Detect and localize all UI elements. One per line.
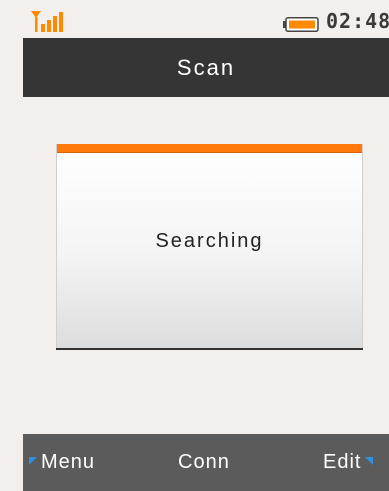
softkey-right-edit[interactable]: Edit bbox=[323, 434, 374, 491]
left-arrow-icon bbox=[29, 456, 37, 465]
softkey-left-label: Menu bbox=[41, 451, 96, 473]
right-arrow-icon bbox=[365, 456, 374, 465]
battery-icon bbox=[283, 17, 319, 32]
searching-dialog: Searching bbox=[56, 144, 363, 350]
softkey-right-label: Edit bbox=[323, 451, 362, 473]
signal-strength-icon bbox=[31, 11, 63, 32]
softkey-center-label: Conn bbox=[178, 451, 230, 473]
page-title-bar: Scan bbox=[23, 38, 389, 97]
clock-text: 02:48 bbox=[326, 9, 389, 33]
clock-time: 02:48 bbox=[326, 9, 389, 33]
softkey-center-conn[interactable]: Conn bbox=[178, 434, 230, 491]
dialog-accent-bar bbox=[57, 144, 362, 153]
status-bar: 02:48 bbox=[0, 0, 389, 38]
softkey-left-menu[interactable]: Menu bbox=[29, 434, 95, 491]
dialog-bottom-line bbox=[56, 348, 363, 350]
dialog-message: Searching bbox=[155, 230, 264, 252]
page-title: Scan bbox=[176, 54, 236, 80]
softkey-bar: Menu Conn Edit bbox=[23, 434, 389, 491]
